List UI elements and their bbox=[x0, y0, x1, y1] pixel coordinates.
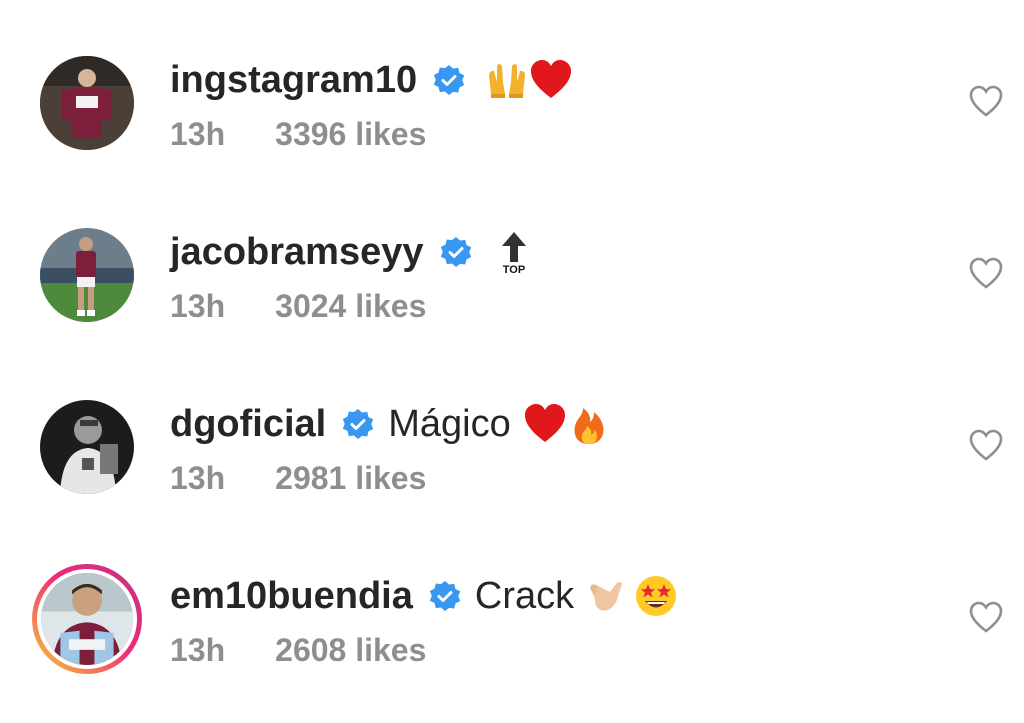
avatar[interactable] bbox=[40, 228, 134, 322]
avatar[interactable] bbox=[40, 56, 134, 150]
avatar[interactable] bbox=[40, 400, 134, 494]
fire-emoji bbox=[574, 408, 604, 444]
avatar-photo bbox=[40, 400, 134, 494]
comment-meta: 13h 2608 likes bbox=[170, 632, 426, 669]
comment-header: dgoficial Mágico bbox=[170, 402, 611, 446]
username[interactable]: ingstagram10 bbox=[170, 58, 417, 102]
raised-hands-emoji bbox=[489, 64, 526, 98]
comment-likes[interactable]: 3396 likes bbox=[275, 116, 426, 152]
comment-text: Crack bbox=[474, 575, 575, 617]
comment-meta: 13h 2981 likes bbox=[170, 460, 426, 497]
comment-item: dgoficial Mágico 13h 2981 likes bbox=[0, 400, 1024, 550]
red-heart-emoji bbox=[531, 60, 572, 98]
comment-meta: 13h 3396 likes bbox=[170, 116, 426, 153]
comment-time[interactable]: 13h bbox=[170, 632, 225, 668]
like-heart-icon[interactable] bbox=[968, 84, 1004, 118]
avatar-photo bbox=[41, 573, 133, 665]
comment-header: jacobramseyy TOP bbox=[170, 230, 536, 274]
avatar bbox=[37, 569, 137, 669]
username[interactable]: dgoficial bbox=[170, 402, 326, 446]
call-me-hand-emoji bbox=[590, 582, 623, 611]
like-heart-icon[interactable] bbox=[968, 600, 1004, 634]
top-arrow-emoji: TOP bbox=[501, 232, 526, 274]
comment-meta: 13h 3024 likes bbox=[170, 288, 426, 325]
username[interactable]: em10buendia bbox=[170, 574, 413, 618]
avatar-photo bbox=[40, 56, 134, 150]
comment-text: Mágico bbox=[388, 403, 511, 445]
comment-likes[interactable]: 2608 likes bbox=[275, 632, 426, 668]
like-heart-icon[interactable] bbox=[968, 428, 1004, 462]
comment-header: ingstagram10 bbox=[170, 58, 573, 102]
star-struck-emoji bbox=[636, 576, 677, 616]
avatar-photo bbox=[40, 228, 134, 322]
comment-item: ingstagram10 13h 3396 likes bbox=[0, 56, 1024, 206]
comment-time[interactable]: 13h bbox=[170, 288, 225, 324]
comment-item: jacobramseyy TOP 13h 3024 likes bbox=[0, 228, 1024, 378]
avatar-story-ring[interactable] bbox=[32, 564, 142, 674]
top-label: TOP bbox=[502, 264, 524, 274]
username[interactable]: jacobramseyy bbox=[170, 230, 424, 274]
comment-likes[interactable]: 3024 likes bbox=[275, 288, 426, 324]
comment-likes[interactable]: 2981 likes bbox=[275, 460, 426, 496]
verified-badge-icon bbox=[440, 237, 471, 267]
like-heart-icon[interactable] bbox=[968, 256, 1004, 290]
verified-badge-icon bbox=[429, 581, 461, 611]
comment-time[interactable]: 13h bbox=[170, 460, 225, 496]
verified-badge-icon bbox=[343, 409, 374, 439]
comment-item: em10buendia Crack 13h 2608 likes bbox=[0, 564, 1024, 722]
comment-header: em10buendia Crack bbox=[170, 574, 678, 618]
red-heart-emoji bbox=[524, 404, 565, 442]
verified-badge-icon bbox=[433, 65, 465, 95]
comment-time[interactable]: 13h bbox=[170, 116, 225, 152]
